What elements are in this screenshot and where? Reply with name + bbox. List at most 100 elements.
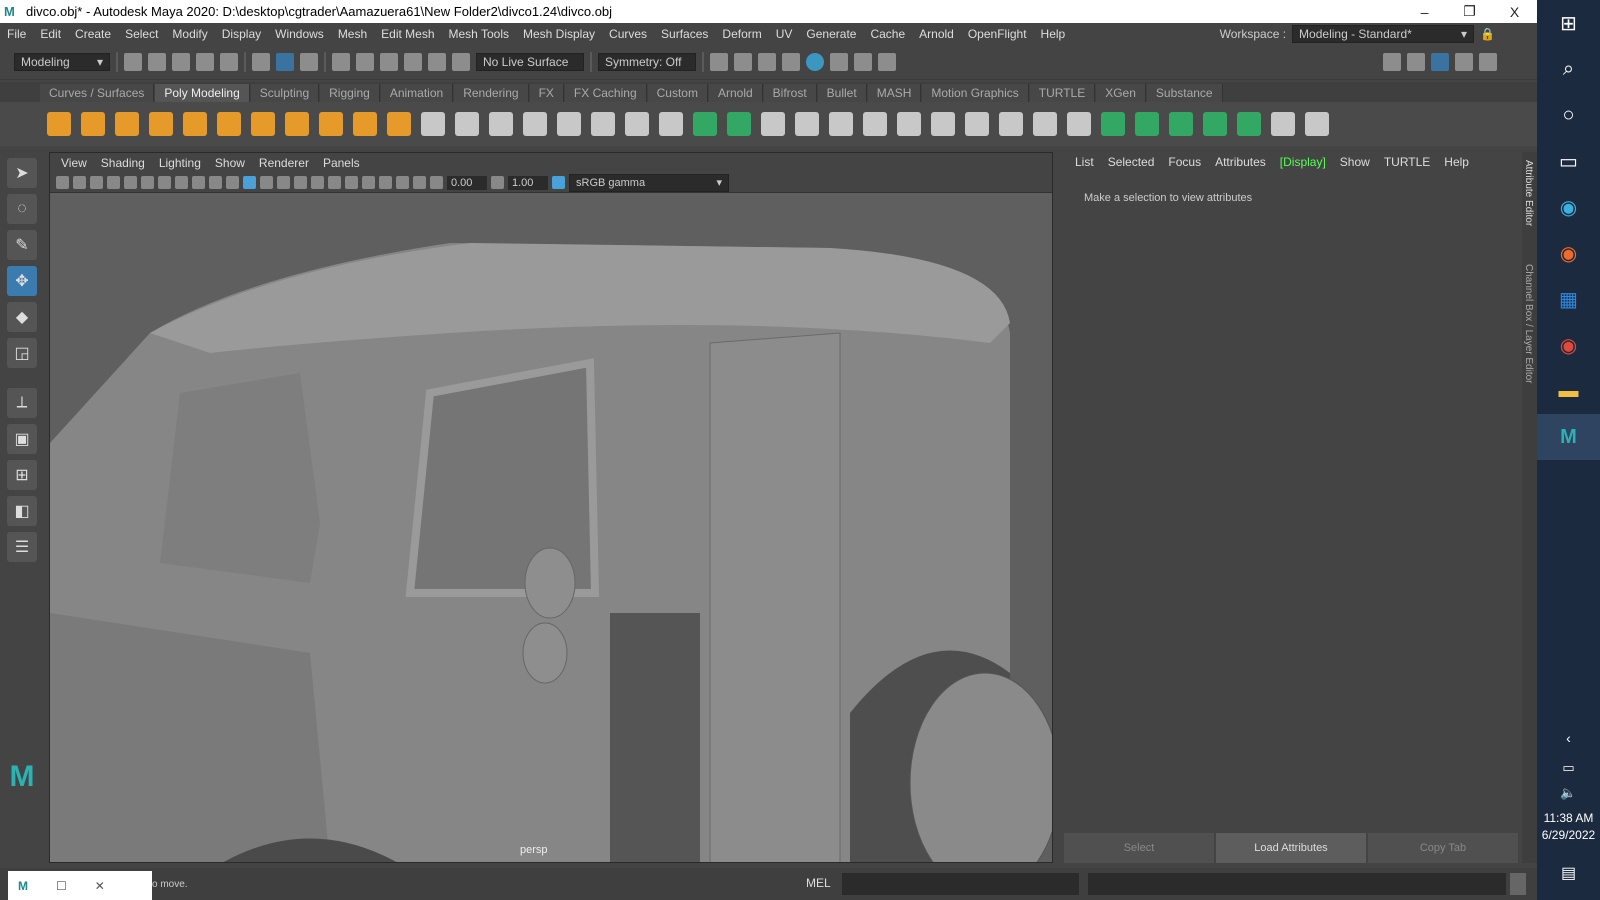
single-perspective-layout-icon[interactable]: ▣	[7, 424, 37, 454]
menu-curves[interactable]: Curves	[602, 27, 654, 41]
shadows-icon[interactable]	[311, 176, 324, 189]
shelf-tab-bifrost[interactable]: Bifrost	[763, 84, 817, 102]
open-scene-icon[interactable]	[148, 53, 166, 71]
cortana-icon[interactable]: ○	[1537, 92, 1600, 138]
attr-menu-help[interactable]: Help	[1437, 155, 1476, 169]
shelf-tab-rigging[interactable]: Rigging	[320, 84, 380, 102]
shelf-tab-arnold[interactable]: Arnold	[708, 84, 763, 102]
xray-icon[interactable]	[396, 176, 409, 189]
wireframe-icon[interactable]	[226, 176, 239, 189]
mirror-icon[interactable]	[455, 112, 479, 136]
snap-grid-icon[interactable]	[332, 53, 350, 71]
menu-openflight[interactable]: OpenFlight	[961, 27, 1034, 41]
menu-select[interactable]: Select	[118, 27, 165, 41]
poly-text-icon[interactable]	[353, 112, 377, 136]
isolate-select-icon[interactable]	[379, 176, 392, 189]
viewport-menu-lighting[interactable]: Lighting	[152, 156, 208, 170]
maximize-icon[interactable]: ☐	[56, 879, 67, 893]
wireframe-on-shaded-icon[interactable]	[260, 176, 273, 189]
shelf-tab-xgen[interactable]: XGen	[1096, 84, 1146, 102]
shelf-tab-curves-surfaces[interactable]: Curves / Surfaces	[40, 84, 155, 102]
image-plane-icon[interactable]	[107, 176, 120, 189]
poly-torus-icon[interactable]	[183, 112, 207, 136]
poly-cone-icon[interactable]	[149, 112, 173, 136]
snap-curve-icon[interactable]	[356, 53, 374, 71]
new-scene-icon[interactable]	[124, 53, 142, 71]
gamma-icon[interactable]	[491, 176, 504, 189]
search-icon[interactable]: ⌕	[1537, 46, 1600, 92]
mel-command-input[interactable]	[842, 873, 1079, 895]
smooth-shade-icon[interactable]	[243, 176, 256, 189]
ipr-render-icon[interactable]	[758, 53, 776, 71]
menu-cache[interactable]: Cache	[863, 27, 912, 41]
select-button[interactable]: Select	[1064, 833, 1214, 863]
poly-plane-icon[interactable]	[217, 112, 241, 136]
menu-generate[interactable]: Generate	[799, 27, 863, 41]
snap-view-plane-icon[interactable]	[404, 53, 422, 71]
menu-edit[interactable]: Edit	[33, 27, 68, 41]
load-attributes-button[interactable]: Load Attributes	[1216, 833, 1366, 863]
maya-taskbar-icon[interactable]: M	[1537, 414, 1600, 460]
insert-edge-loop-icon[interactable]	[1033, 112, 1057, 136]
menu-create[interactable]: Create	[68, 27, 118, 41]
attribute-editor-toggle-icon[interactable]	[1431, 53, 1449, 71]
lock-icon[interactable]: 🔒	[1480, 27, 1495, 41]
snap-live-icon[interactable]	[428, 53, 446, 71]
motion-blur-icon[interactable]	[345, 176, 358, 189]
select-hierarchy-icon[interactable]	[252, 53, 270, 71]
boolean-icon[interactable]	[659, 112, 683, 136]
film-gate-icon[interactable]	[141, 176, 154, 189]
modeling-toolkit-icon[interactable]	[1383, 53, 1401, 71]
uv-icon[interactable]	[489, 112, 513, 136]
camera-select-icon[interactable]	[56, 176, 69, 189]
smooth-icon[interactable]	[625, 112, 649, 136]
render-view-icon[interactable]	[710, 53, 728, 71]
minimize-button[interactable]: –	[1402, 4, 1447, 20]
textured-icon[interactable]	[277, 176, 290, 189]
rotate-tool-icon[interactable]: ◆	[7, 302, 37, 332]
shelf-tab-turtle[interactable]: TURTLE	[1029, 84, 1096, 102]
tab-channel-box[interactable]: Channel Box / Layer Editor	[1523, 264, 1534, 384]
shelf-tab-motion-graphics[interactable]: Motion Graphics	[922, 84, 1029, 102]
fill-hole-icon[interactable]	[829, 112, 853, 136]
extract-icon[interactable]	[591, 112, 615, 136]
menu-edit-mesh[interactable]: Edit Mesh	[374, 27, 441, 41]
copy-tab-button[interactable]: Copy Tab	[1368, 833, 1518, 863]
taskbar-maya-thumbnail[interactable]: M ☐ ✕	[8, 871, 152, 900]
snap-point-icon[interactable]	[380, 53, 398, 71]
four-view-layout-icon[interactable]: ⊞	[7, 460, 37, 490]
move-tool-icon[interactable]: ✥	[7, 266, 37, 296]
offset-edge-loop-icon[interactable]	[1067, 112, 1091, 136]
select-component-icon[interactable]	[300, 53, 318, 71]
menu-display[interactable]: Display	[215, 27, 268, 41]
arnold-render-icon[interactable]	[854, 53, 872, 71]
multi-cut-icon[interactable]	[965, 112, 989, 136]
notifications-icon[interactable]: ▤	[1537, 850, 1600, 896]
lasso-tool-icon[interactable]: ◌	[7, 194, 37, 224]
character-controls-icon[interactable]	[1407, 53, 1425, 71]
attr-menu-list[interactable]: List	[1068, 155, 1101, 169]
live-surface-field[interactable]: No Live Surface	[476, 53, 584, 71]
render-sequence-icon[interactable]	[830, 53, 848, 71]
poly-disc-icon[interactable]	[251, 112, 275, 136]
grid-icon[interactable]	[124, 176, 137, 189]
select-tool-icon[interactable]: ➤	[7, 158, 37, 188]
attr-menu-show[interactable]: Show	[1333, 155, 1377, 169]
save-scene-icon[interactable]	[172, 53, 190, 71]
attr-menu-selected[interactable]: Selected	[1101, 155, 1162, 169]
undo-icon[interactable]	[196, 53, 214, 71]
clock[interactable]: 11:38 AM 6/29/2022	[1537, 810, 1600, 844]
color-management-icon[interactable]	[552, 176, 565, 189]
shelf-tab-rendering[interactable]: Rendering	[454, 84, 529, 102]
task-view-icon[interactable]: ▭	[1537, 138, 1600, 184]
safe-action-icon[interactable]	[192, 176, 205, 189]
shelf-tab-bullet[interactable]: Bullet	[817, 84, 867, 102]
attr-menu-display[interactable]: [Display]	[1273, 155, 1333, 169]
uv-unfold-icon[interactable]	[1237, 112, 1261, 136]
firefox-icon[interactable]: ◉	[1537, 230, 1600, 276]
append-icon[interactable]	[863, 112, 887, 136]
pause-icon[interactable]	[878, 53, 896, 71]
script-editor-icon[interactable]	[1510, 873, 1526, 895]
uv-cylindrical-icon[interactable]	[1135, 112, 1159, 136]
shelf-tab-poly-modeling[interactable]: Poly Modeling	[155, 84, 250, 102]
